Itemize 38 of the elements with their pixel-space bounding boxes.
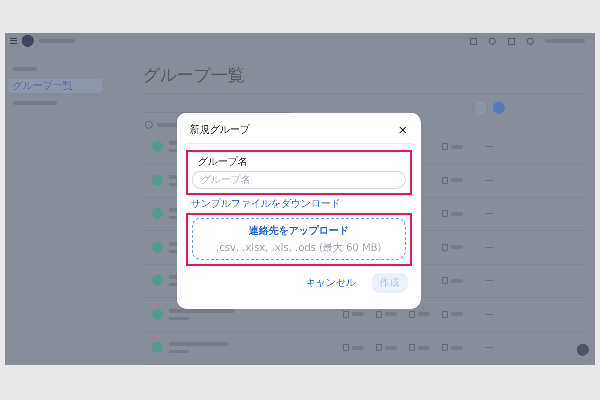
stat-icon — [442, 143, 448, 150]
stat-icon — [376, 344, 382, 352]
stat-icon — [442, 310, 448, 318]
stat-icon — [442, 244, 448, 251]
stat-icon — [376, 310, 382, 318]
group-avatar-icon — [152, 308, 163, 320]
group-avatar-icon — [152, 141, 163, 152]
stat-icon — [409, 344, 415, 352]
group-avatar-icon — [152, 208, 163, 220]
stat-icon — [442, 210, 448, 218]
close-button[interactable]: × — [398, 123, 408, 137]
group-avatar-icon — [152, 242, 163, 253]
list-icon[interactable] — [508, 38, 515, 45]
stat-icon — [442, 344, 448, 352]
field-label: グループ名 — [197, 156, 248, 169]
group-avatar-icon — [152, 342, 163, 354]
stat-icon — [442, 176, 448, 184]
dialog-title: 新規グループ — [190, 124, 250, 137]
stat-icon — [343, 344, 349, 352]
stat-icon — [343, 310, 349, 318]
menu-icon[interactable] — [10, 38, 17, 44]
checkbox[interactable] — [145, 120, 153, 128]
clock-icon[interactable] — [489, 38, 496, 45]
add-button[interactable] — [493, 102, 505, 114]
group-avatar-icon — [152, 174, 163, 186]
upload-title: 連絡先をアップロード — [249, 224, 349, 238]
logo-icon — [22, 35, 34, 48]
group-avatar-icon — [152, 275, 163, 286]
stat-icon — [409, 310, 415, 318]
blurred-text — [169, 308, 235, 313]
stat-icon — [442, 277, 448, 284]
expand-icon[interactable] — [470, 38, 477, 45]
cancel-button[interactable]: キャンセル — [298, 273, 364, 293]
upload-hint: .csv, .xlsx, .xls, .ods (最大 60 MB) — [216, 242, 382, 254]
help-button[interactable] — [577, 344, 589, 356]
upload-area[interactable]: 連絡先をアップロード .csv, .xlsx, .xls, .ods (最大 60 MB) — [192, 218, 406, 260]
sample-download-link[interactable]: サンプルファイルをダウンロード — [191, 197, 341, 211]
user-icon[interactable] — [527, 38, 534, 45]
